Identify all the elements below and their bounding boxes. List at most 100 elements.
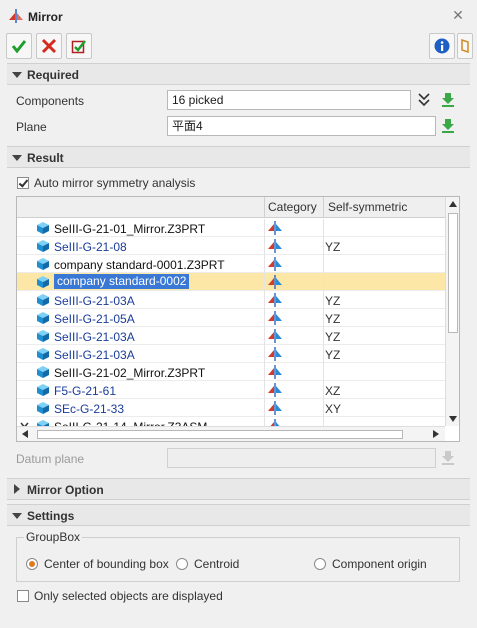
horizontal-scroll-thumb[interactable] xyxy=(37,430,403,439)
self-symmetric-cell: YZ xyxy=(325,330,341,344)
part-cube-icon xyxy=(36,239,50,256)
cancel-button[interactable] xyxy=(36,33,62,59)
components-label: Components xyxy=(16,94,85,108)
ok-button[interactable] xyxy=(6,33,32,59)
mirror-category-icon[interactable] xyxy=(267,365,283,382)
required-section-header[interactable]: Required xyxy=(7,63,470,85)
download-arrow-icon[interactable] xyxy=(441,118,455,134)
self-symmetric-cell: YZ xyxy=(325,312,341,326)
table-header: Category Self-symmetric xyxy=(17,197,445,218)
row-name: SeIII-G-21-03A xyxy=(54,330,135,344)
row-name: company standard-0002 xyxy=(54,274,190,289)
cell-divider xyxy=(264,399,265,417)
table-row[interactable]: F5-G-21-61 XZ xyxy=(17,381,445,399)
table-row[interactable]: SeIII-G-21-03A YZ xyxy=(17,291,445,309)
mirror-category-icon[interactable] xyxy=(267,329,283,346)
cell-divider xyxy=(264,381,265,399)
cell-divider xyxy=(323,399,324,417)
cell-divider xyxy=(264,291,265,309)
row-name: SeIII-G-21-03A xyxy=(54,294,135,308)
result-table[interactable]: Category Self-symmetric SeIII-G-21-01_Mi… xyxy=(16,196,460,442)
radio-center-of-bounding-box[interactable] xyxy=(26,558,38,570)
section-title: Mirror Option xyxy=(27,483,104,497)
table-row[interactable]: SEc-G-21-33 XY xyxy=(17,399,445,417)
table-row[interactable]: SeIII-G-21-03A YZ xyxy=(17,345,445,363)
scroll-up-arrow-icon[interactable] xyxy=(449,201,457,207)
mirror-category-icon[interactable] xyxy=(267,311,283,328)
radio-label[interactable]: Center of bounding box xyxy=(44,557,169,571)
scroll-right-arrow-icon[interactable] xyxy=(433,430,439,438)
mirror-category-icon[interactable] xyxy=(267,221,283,238)
mirror-icon xyxy=(9,9,23,23)
components-field[interactable]: 16 picked xyxy=(167,90,411,110)
settings-section-header[interactable]: Settings xyxy=(7,504,470,526)
table-row[interactable]: SeIII-G-21-05A YZ xyxy=(17,309,445,327)
table-row[interactable]: SeIII-G-21-02_Mirror.Z3PRT xyxy=(17,363,445,381)
auto-mirror-label: Auto mirror symmetry analysis xyxy=(34,176,196,190)
part-cube-icon xyxy=(36,383,50,400)
part-cube-icon xyxy=(36,329,50,346)
only-selected-checkbox[interactable] xyxy=(17,590,29,602)
part-cube-icon xyxy=(36,275,50,292)
auto-mirror-checkbox[interactable] xyxy=(17,177,29,189)
info-button[interactable] xyxy=(429,33,455,59)
download-arrow-icon[interactable] xyxy=(441,92,455,108)
cell-divider xyxy=(323,309,324,327)
mirror-category-icon[interactable] xyxy=(267,275,283,292)
part-cube-icon xyxy=(36,221,50,238)
mirror-category-icon[interactable] xyxy=(267,347,283,364)
part-cube-icon xyxy=(36,365,50,382)
radio-label[interactable]: Centroid xyxy=(194,557,239,571)
self-symmetric-cell: XZ xyxy=(325,384,341,398)
part-cube-icon xyxy=(36,293,50,310)
row-name: SeIII-G-21-01_Mirror.Z3PRT xyxy=(54,222,206,236)
row-name: SEc-G-21-33 xyxy=(54,402,125,416)
table-row[interactable]: SeIII-G-21-08 YZ xyxy=(17,237,445,255)
cell-divider xyxy=(264,273,265,291)
apply-button[interactable] xyxy=(66,33,92,59)
scroll-left-arrow-icon[interactable] xyxy=(22,430,28,438)
row-name: SeIII-G-21-02_Mirror.Z3PRT xyxy=(54,366,206,380)
cell-divider xyxy=(264,309,265,327)
cell-divider xyxy=(323,327,324,345)
column-header-self-symmetric[interactable]: Self-symmetric xyxy=(328,200,407,214)
mirror-category-icon[interactable] xyxy=(267,383,283,400)
only-selected-label: Only selected objects are displayed xyxy=(34,589,223,603)
collapse-arrow-icon xyxy=(12,155,22,161)
mirror-category-icon[interactable] xyxy=(267,257,283,274)
table-row[interactable]: company standard-0002 xyxy=(17,273,445,291)
vertical-scroll-thumb[interactable] xyxy=(448,213,458,333)
mirror-category-icon[interactable] xyxy=(267,401,283,418)
mirror-category-icon[interactable] xyxy=(267,239,283,256)
column-header-category[interactable]: Category xyxy=(268,200,317,214)
close-icon[interactable]: ✕ xyxy=(451,8,465,22)
expand-arrow-icon xyxy=(14,484,20,494)
vertical-scrollbar[interactable] xyxy=(445,197,459,426)
help-button[interactable] xyxy=(457,33,473,59)
mirror-category-icon[interactable] xyxy=(267,293,283,310)
cell-divider xyxy=(264,237,265,255)
part-cube-icon xyxy=(36,347,50,364)
table-row[interactable]: SeIII-G-21-01_Mirror.Z3PRT xyxy=(17,219,445,237)
table-row[interactable]: company standard-0001.Z3PRT xyxy=(17,255,445,273)
scroll-down-arrow-icon[interactable] xyxy=(449,416,457,422)
plane-field[interactable]: 平面4 xyxy=(167,116,436,136)
table-row[interactable]: SeIII-G-21-03A YZ xyxy=(17,327,445,345)
double-chevron-down-icon[interactable] xyxy=(418,93,430,107)
cell-divider xyxy=(323,363,324,381)
cross-icon xyxy=(41,38,57,54)
self-symmetric-cell: YZ xyxy=(325,240,341,254)
radio-centroid[interactable] xyxy=(176,558,188,570)
result-section-header[interactable]: Result xyxy=(7,146,470,168)
row-name: company standard-0001.Z3PRT xyxy=(54,258,225,272)
plane-label: Plane xyxy=(16,120,47,134)
mirror-option-section-header[interactable]: Mirror Option xyxy=(7,478,470,500)
self-symmetric-cell: YZ xyxy=(325,348,341,362)
help-icon xyxy=(461,38,469,54)
section-title: Settings xyxy=(27,509,75,523)
radio-component-origin[interactable] xyxy=(314,558,326,570)
radio-label[interactable]: Component origin xyxy=(332,557,427,571)
horizontal-scrollbar[interactable] xyxy=(17,426,445,441)
part-cube-icon xyxy=(36,311,50,328)
datum-plane-label: Datum plane xyxy=(16,452,85,466)
